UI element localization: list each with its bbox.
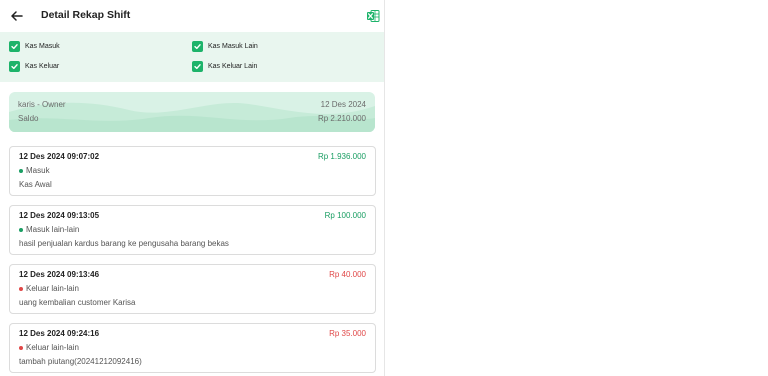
filter-label: Kas Masuk Lain [208, 43, 258, 50]
saldo-value: Rp 2.210.000 [317, 114, 366, 123]
filter-kas-keluar-lain[interactable]: Kas Keluar Lain [192, 61, 257, 72]
summary-date: 12 Des 2024 [320, 100, 366, 109]
transaction-note: uang kembalian customer Karisa [19, 298, 136, 307]
income-dot-icon [19, 168, 23, 173]
filter-section: Kas Masuk Kas Masuk Lain Kas Keluar Kas … [0, 32, 384, 82]
transaction-datetime: 12 Des 2024 09:13:46 [19, 270, 100, 279]
transaction-type-label: Masuk [26, 166, 50, 175]
filter-label: Kas Keluar [25, 63, 60, 70]
checkbox-checked-icon [192, 41, 203, 52]
transaction-type: Masuk [19, 166, 50, 175]
transaction-amount: Rp 35.000 [329, 329, 366, 338]
transaction-amount: Rp 1.936.000 [317, 152, 366, 161]
back-button[interactable] [9, 8, 25, 24]
excel-icon [367, 10, 380, 22]
income-dot-icon [19, 227, 23, 232]
arrow-left-icon [11, 11, 23, 21]
saldo-label: Saldo [18, 114, 39, 123]
checkbox-checked-icon [192, 61, 203, 72]
expense-dot-icon [19, 345, 23, 350]
filter-kas-keluar[interactable]: Kas Keluar [9, 61, 59, 72]
transaction-amount: Rp 100.000 [324, 211, 366, 220]
transaction-type: Keluar lain-lain [19, 284, 79, 293]
filter-kas-masuk[interactable]: Kas Masuk [9, 41, 60, 52]
transaction-card[interactable]: 12 Des 2024 09:24:16 Rp 35.000 Keluar la… [9, 323, 376, 373]
transaction-type-label: Masuk lain-lain [26, 225, 80, 234]
transaction-type: Masuk lain-lain [19, 225, 79, 234]
expense-dot-icon [19, 286, 23, 291]
transaction-type-label: Keluar lain-lain [26, 284, 79, 293]
app-header: Detail Rekap Shift [0, 0, 384, 32]
saldo-summary-card: karis - Owner 12 Des 2024 Saldo Rp 2.210… [9, 92, 375, 132]
transaction-card[interactable]: 12 Des 2024 09:07:02 Rp 1.936.000 Masuk … [9, 146, 376, 196]
transaction-type: Keluar lain-lain [19, 343, 79, 352]
transaction-datetime: 12 Des 2024 09:13:05 [19, 211, 100, 220]
transaction-datetime: 12 Des 2024 09:24:16 [19, 329, 100, 338]
filter-label: Kas Masuk [25, 43, 60, 50]
filter-kas-masuk-lain[interactable]: Kas Masuk Lain [192, 41, 258, 52]
transaction-type-label: Keluar lain-lain [26, 343, 79, 352]
export-excel-button[interactable] [366, 9, 380, 23]
transaction-card[interactable]: 12 Des 2024 09:13:46 Rp 40.000 Keluar la… [9, 264, 376, 314]
wave-background [9, 102, 375, 132]
transaction-note: hasil penjualan kardus barang ke pengusa… [19, 239, 229, 248]
rekap-shift-panel: Detail Rekap Shift Kas Masuk Kas Masuk L… [0, 0, 385, 376]
filter-label: Kas Keluar Lain [208, 63, 258, 70]
transaction-card[interactable]: 12 Des 2024 09:13:05 Rp 100.000 Masuk la… [9, 205, 376, 255]
checkbox-checked-icon [9, 61, 20, 72]
summary-user: karis - Owner [18, 100, 66, 109]
page-title: Detail Rekap Shift [41, 9, 131, 21]
checkbox-checked-icon [9, 41, 20, 52]
transaction-amount: Rp 40.000 [329, 270, 366, 279]
transaction-note: tambah piutang(20241212092416) [19, 357, 142, 366]
transaction-note: Kas Awal [19, 180, 52, 189]
transaction-datetime: 12 Des 2024 09:07:02 [19, 152, 100, 161]
